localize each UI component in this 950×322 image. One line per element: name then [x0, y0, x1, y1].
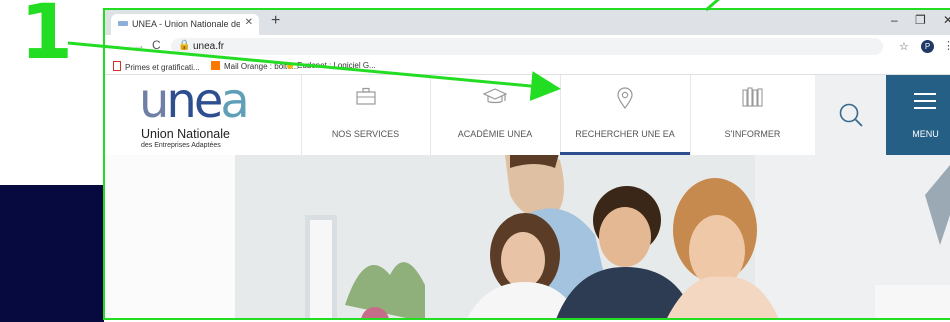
unea-logo[interactable]: unea Union Nationale des Entreprises Ada… [131, 73, 291, 151]
new-tab-button[interactable]: + [271, 13, 280, 29]
bookmark-label: Primes et gratificati... [125, 63, 200, 72]
more-menu-icon[interactable]: ⋮ [943, 39, 950, 52]
tab-title: UNEA - Union Nationale des Ent [132, 19, 240, 29]
location-pin-icon [560, 87, 690, 111]
bookmark-star-icon[interactable]: ☆ [899, 40, 909, 53]
hero-image [105, 155, 950, 318]
minimize-button[interactable]: – [891, 14, 898, 26]
navy-background-block [0, 185, 104, 322]
graduation-cap-icon [430, 87, 560, 109]
close-icon[interactable]: ✕ [245, 17, 253, 28]
hamburger-icon [914, 93, 936, 114]
menu-label: MENU [912, 129, 939, 139]
nav-item-academie-unea[interactable]: ACADÉMIE UNEA [430, 75, 560, 155]
bookmark-label: Eudonet : Logiciel G... [297, 61, 376, 70]
mail-icon [211, 61, 220, 70]
lock-icon: 🔒 [178, 40, 191, 51]
bookmark-item[interactable]: Eudonet : Logiciel G... [287, 61, 376, 70]
back-button[interactable]: ← [114, 39, 126, 51]
address-bar[interactable]: 🔒 unea.fr [171, 38, 883, 55]
reload-button[interactable]: C [152, 39, 161, 51]
document-icon [113, 61, 121, 71]
maximize-button[interactable]: ❐ [915, 14, 926, 26]
profile-avatar[interactable]: P [921, 40, 934, 53]
books-icon [690, 87, 815, 109]
nav-label: ACADÉMIE UNEA [457, 129, 533, 139]
logo-line1: Union Nationale [141, 127, 230, 141]
bookmark-item[interactable]: Primes et gratificati... [113, 61, 200, 72]
search-button[interactable] [815, 75, 886, 155]
nav-item-sinformer[interactable]: S'INFORMER [690, 75, 815, 155]
bookmark-item[interactable]: Mail Orange : boite... [211, 61, 298, 71]
nav-item-nos-services[interactable]: NOS SERVICES [301, 75, 430, 155]
title-bar: UNEA - Union Nationale des Ent ✕ + – ❐ ✕ [105, 10, 950, 35]
nav-item-rechercher-une-ea[interactable]: RECHERCHER UNE EA [560, 75, 690, 155]
browser-tab[interactable]: UNEA - Union Nationale des Ent ✕ [111, 14, 259, 35]
search-icon [839, 103, 863, 127]
logo-icon [287, 63, 293, 69]
url-text[interactable]: unea.fr [193, 41, 224, 52]
logo-line2: des Entreprises Adaptées [141, 142, 221, 149]
hero-photo [105, 155, 950, 318]
nav-label: NOS SERVICES [331, 129, 400, 139]
nav-label: RECHERCHER UNE EA [575, 129, 675, 139]
window-close-button[interactable]: ✕ [943, 14, 950, 26]
step-number: 1 [20, 0, 73, 76]
menu-button[interactable]: MENU [886, 75, 950, 155]
favicon-icon [118, 21, 128, 26]
briefcase-icon [301, 87, 430, 107]
nav-label: S'INFORMER [724, 129, 781, 139]
logo-wordmark: unea [139, 73, 250, 129]
browser-window: UNEA - Union Nationale des Ent ✕ + – ❐ ✕… [103, 8, 950, 320]
site-header: unea Union Nationale des Entreprises Ada… [105, 73, 950, 155]
address-bar-row: ← → C 🔒 unea.fr ☆ P ⋮ [105, 35, 950, 59]
forward-button[interactable]: → [133, 39, 145, 51]
